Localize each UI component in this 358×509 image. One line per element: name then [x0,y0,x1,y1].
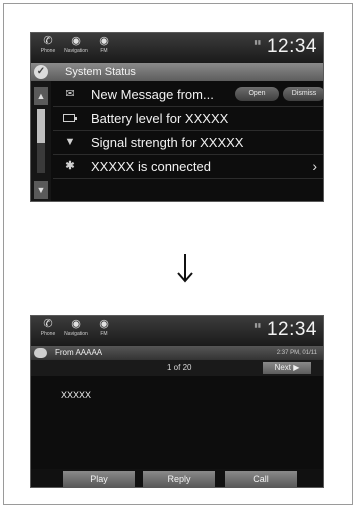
manual-illustration-frame: ✆ Phone ◉ Navigation ◉ FM ▮▮ 12:34 ✓ Sys… [3,3,353,505]
dismiss-button[interactable]: Dismiss [283,87,323,101]
message-detail-screen: ✆ Phone ◉ Navigation ◉ FM ▮▮ 12:34 From … [30,315,324,488]
page-count: 1 of 20 [167,363,192,372]
top-status-bar: ✆ Phone ◉ Navigation ◉ FM ▮▮ 12:34 [31,316,323,346]
battery-icon [63,114,77,122]
chevron-right-icon: › [312,158,317,174]
play-button[interactable]: Play [63,471,135,487]
message-body: XXXXX [61,390,92,400]
phone-icon: ✆ [43,35,53,47]
signal-icon: ▼ [64,136,76,148]
scroll-thumb[interactable] [37,109,45,143]
play-arrow-icon: ▶ [293,363,300,372]
message-nav-bar: 1 of 20 Next ▶ [31,360,323,376]
message-sender: From AAAAA [55,348,103,357]
list-item-connection[interactable]: ✱ XXXXX is connected › [53,155,323,179]
list-item-new-message[interactable]: ✉ New Message from... Open Dismiss [53,83,323,107]
down-arrow-icon [177,254,193,283]
scroll-track[interactable] [37,109,45,173]
signal-indicator: ▮▮ [254,323,261,329]
phone-button[interactable]: ✆ Phone [35,35,61,59]
navigation-icon: ◉ [71,318,81,330]
envelope-icon: ✉ [65,88,75,100]
phone-icon: ✆ [43,318,53,330]
clock: 12:34 [266,319,317,340]
message-time: 2:37 PM, 01/11 [276,350,317,356]
radio-icon: ◉ [99,318,109,330]
top-status-bar: ✆ Phone ◉ Navigation ◉ FM ▮▮ 12:34 [31,33,323,63]
system-status-screen: ✆ Phone ◉ Navigation ◉ FM ▮▮ 12:34 ✓ Sys… [30,32,324,202]
next-button[interactable]: Next ▶ [263,362,311,374]
clock: 12:34 [266,36,317,57]
message-bubble-icon [34,348,47,358]
reply-button[interactable]: Reply [143,471,215,487]
message-header: From AAAAA 2:37 PM, 01/11 [31,346,323,360]
bluetooth-icon: ✱ [65,160,75,172]
fm-button[interactable]: ◉ FM [91,318,117,342]
system-status-header: ✓ System Status [31,63,323,81]
navigation-button[interactable]: ◉ Navigation [63,35,89,59]
open-button[interactable]: Open [235,87,279,101]
phone-button[interactable]: ✆ Phone [35,318,61,342]
fm-button[interactable]: ◉ FM [91,35,117,59]
header-title: System Status [65,66,136,78]
check-icon: ✓ [34,65,48,79]
radio-icon: ◉ [99,35,109,47]
scroll-up-button[interactable]: ▲ [34,87,48,105]
navigation-button[interactable]: ◉ Navigation [63,318,89,342]
signal-indicator: ▮▮ [254,40,261,46]
navigation-icon: ◉ [71,35,81,47]
list-scrollbar[interactable]: ▲ ▼ [31,81,51,201]
scroll-down-button[interactable]: ▼ [34,181,48,199]
list-item-signal-strength[interactable]: ▼ Signal strength for XXXXX [53,131,323,155]
message-actions-bar: Play Reply Call [31,469,323,487]
list-item-battery-level[interactable]: Battery level for XXXXX [53,107,323,131]
call-button[interactable]: Call [225,471,297,487]
